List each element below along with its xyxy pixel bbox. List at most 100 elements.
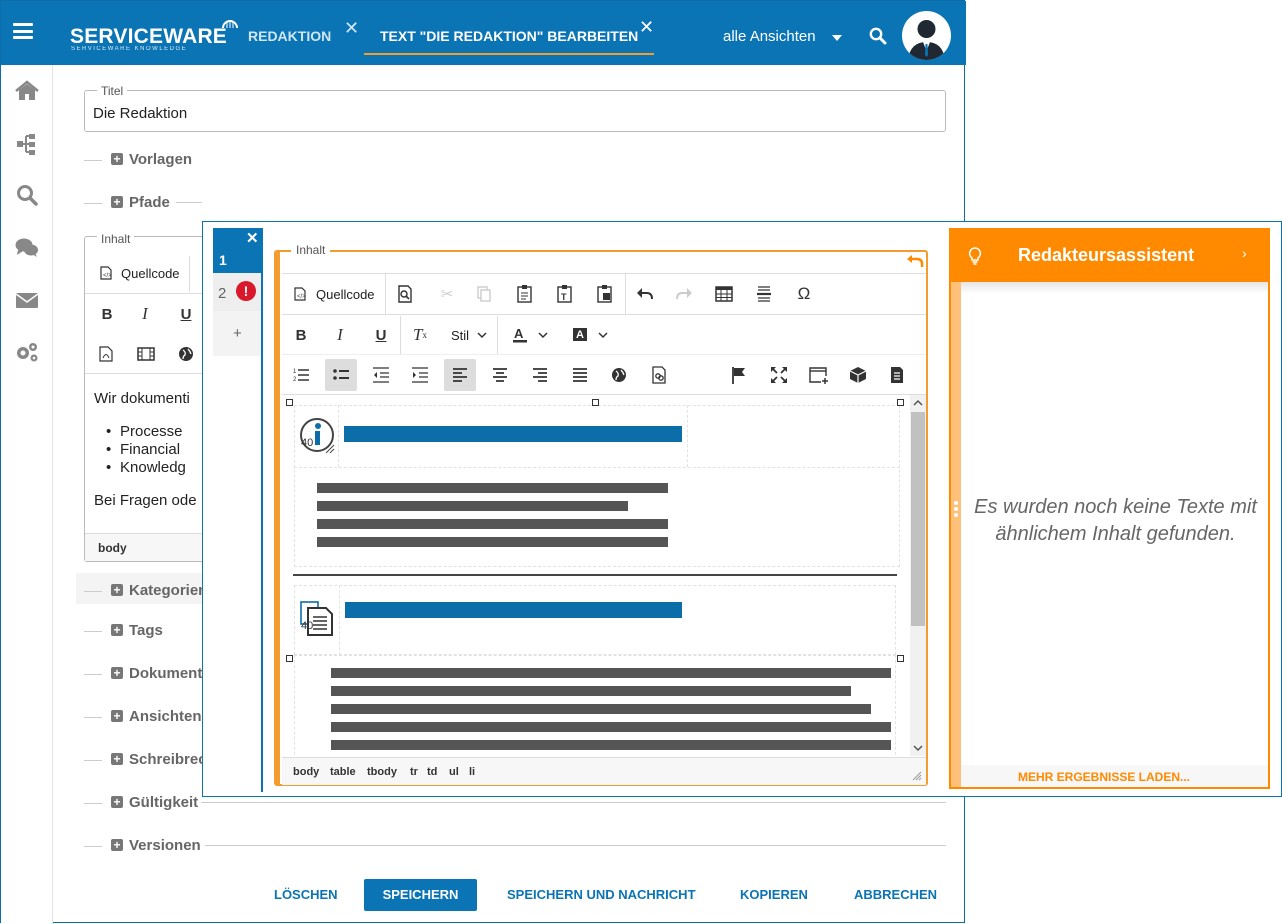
- cut-icon[interactable]: ✂: [435, 282, 459, 306]
- save-button[interactable]: SPEICHERN: [364, 879, 477, 911]
- path-td[interactable]: td: [427, 766, 437, 778]
- insert-block-icon[interactable]: [806, 363, 830, 387]
- resize-handle[interactable]: [897, 655, 904, 662]
- drag-handle-icon[interactable]: [953, 500, 959, 518]
- flag-icon[interactable]: [727, 363, 751, 387]
- revert-icon[interactable]: [906, 252, 924, 268]
- align-center-icon[interactable]: [488, 363, 512, 387]
- justify-icon[interactable]: [568, 363, 592, 387]
- search-icon[interactable]: [14, 183, 40, 207]
- path-tr[interactable]: tr: [410, 766, 418, 778]
- document-link-icon[interactable]: [647, 363, 671, 387]
- plus-icon[interactable]: +: [111, 667, 123, 679]
- path-ul[interactable]: ul: [449, 766, 459, 778]
- scroll-up-icon[interactable]: [912, 398, 924, 408]
- section-pfade[interactable]: + Pfade: [84, 193, 946, 213]
- copy-icon[interactable]: [472, 282, 496, 306]
- preview-icon[interactable]: [393, 282, 417, 306]
- cancel-button[interactable]: ABBRECHEN: [854, 887, 937, 902]
- pdf-icon[interactable]: [99, 346, 113, 362]
- close-tab-icon[interactable]: ✕: [639, 17, 654, 38]
- scrollbar-thumb[interactable]: [911, 412, 925, 626]
- resize-handle[interactable]: [286, 655, 293, 662]
- plus-icon[interactable]: +: [111, 710, 123, 722]
- style-dropdown[interactable]: Stil: [451, 328, 469, 343]
- underline-icon[interactable]: U: [174, 302, 198, 326]
- views-dropdown[interactable]: alle Ansichten: [723, 28, 816, 45]
- numbered-list-icon[interactable]: 12: [289, 363, 313, 387]
- title-field[interactable]: [84, 90, 946, 132]
- load-more-button[interactable]: MEHR ERGEBNISSE LADEN...: [1018, 770, 1190, 784]
- background-color-icon[interactable]: A: [571, 326, 589, 344]
- section-vorlagen[interactable]: + Vorlagen: [84, 150, 946, 170]
- chevron-right-icon[interactable]: ›: [1242, 245, 1247, 261]
- undo-icon[interactable]: [633, 282, 657, 306]
- tab-redaktion[interactable]: REDAKTION: [248, 28, 331, 44]
- editor-tab-1[interactable]: 1 ✕: [213, 228, 261, 273]
- delete-button[interactable]: LÖSCHEN: [274, 887, 338, 902]
- save-and-notify-button[interactable]: SPEICHERN UND NACHRICHT: [507, 887, 696, 902]
- align-right-icon[interactable]: [528, 363, 552, 387]
- section-versionen[interactable]: + Versionen: [84, 836, 946, 856]
- remove-format-icon[interactable]: Tx: [408, 323, 432, 347]
- caret-down-icon[interactable]: [832, 35, 842, 41]
- indent-icon[interactable]: [408, 363, 432, 387]
- underline-icon[interactable]: U: [369, 323, 393, 347]
- path-li[interactable]: li: [469, 766, 475, 778]
- chevron-down-icon[interactable]: [598, 331, 608, 339]
- plus-icon[interactable]: +: [111, 753, 123, 765]
- content-text[interactable]: Wir dokumenti • Processe • Financial • Know…: [94, 390, 197, 510]
- plus-icon[interactable]: +: [111, 796, 123, 808]
- globe-icon[interactable]: [178, 346, 194, 362]
- resize-grip-icon[interactable]: [912, 771, 922, 781]
- title-value[interactable]: Die Redaktion: [93, 105, 187, 122]
- mail-icon[interactable]: [14, 288, 40, 312]
- paste-text-icon[interactable]: T: [553, 282, 577, 306]
- search-icon[interactable]: [869, 27, 887, 45]
- bold-icon[interactable]: B: [289, 323, 313, 347]
- chat-icon[interactable]: [14, 236, 40, 260]
- plus-icon[interactable]: +: [111, 153, 123, 165]
- video-icon[interactable]: [137, 346, 155, 362]
- maximize-icon[interactable]: [767, 363, 791, 387]
- special-char-icon[interactable]: Ω: [792, 282, 816, 306]
- menu-icon[interactable]: [13, 23, 33, 39]
- paste-icon[interactable]: [513, 282, 537, 306]
- editor-content[interactable]: 40 40: [282, 395, 910, 756]
- element-path[interactable]: body: [85, 533, 203, 561]
- document-icon[interactable]: [885, 363, 909, 387]
- box-icon[interactable]: [846, 363, 870, 387]
- close-icon[interactable]: ✕: [246, 229, 259, 247]
- plus-icon[interactable]: +: [111, 624, 123, 636]
- italic-icon[interactable]: I: [133, 302, 157, 326]
- table-icon[interactable]: [712, 282, 736, 306]
- link-globe-icon[interactable]: [607, 363, 631, 387]
- text-color-icon[interactable]: A: [511, 326, 529, 344]
- assistant-resize-strip[interactable]: [951, 282, 961, 787]
- plus-icon[interactable]: +: [111, 196, 123, 208]
- source-button[interactable]: Quellcode: [316, 287, 375, 302]
- copy-button[interactable]: KOPIEREN: [740, 887, 808, 902]
- editor-tab-2[interactable]: 2!: [213, 273, 261, 311]
- tab-edit-text[interactable]: TEXT "DIE REDAKTION" BEARBEITEN: [380, 28, 638, 44]
- outdent-icon[interactable]: [369, 363, 393, 387]
- close-tab-icon[interactable]: ✕: [344, 18, 359, 39]
- chevron-down-icon[interactable]: [538, 331, 548, 339]
- bold-icon[interactable]: B: [95, 302, 119, 326]
- resize-handle[interactable]: [897, 399, 904, 406]
- bullet-list-icon[interactable]: [325, 359, 357, 391]
- chevron-down-icon[interactable]: [477, 331, 487, 339]
- sitemap-icon[interactable]: [14, 132, 40, 156]
- scroll-down-icon[interactable]: [912, 743, 924, 753]
- home-icon[interactable]: [14, 79, 40, 103]
- add-tab-button[interactable]: +: [213, 311, 261, 356]
- resize-handle[interactable]: [286, 399, 293, 406]
- plus-icon[interactable]: +: [111, 839, 123, 851]
- section-kategorien[interactable]: + Kategorien: [84, 581, 207, 601]
- paste-word-icon[interactable]: [593, 282, 617, 306]
- path-tbody[interactable]: tbody: [367, 766, 397, 778]
- redo-icon[interactable]: [672, 282, 696, 306]
- italic-icon[interactable]: I: [328, 323, 352, 347]
- align-left-icon[interactable]: [444, 359, 476, 391]
- avatar[interactable]: [902, 11, 951, 60]
